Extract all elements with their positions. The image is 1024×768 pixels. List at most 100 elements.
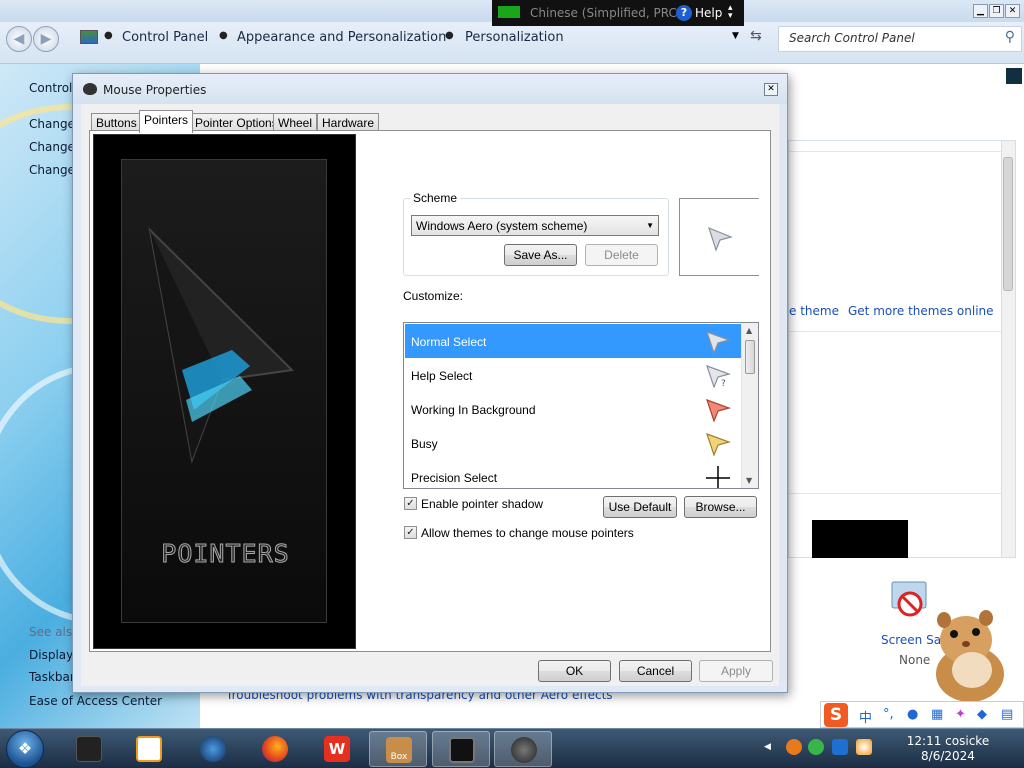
breadcrumb-control-panel[interactable]: Control Panel [122,30,208,45]
see-also-display-link[interactable]: Display [29,648,73,662]
clock[interactable]: 12:11 cosicke 8/6/2024 [888,734,1008,764]
help-icon[interactable]: ? [676,5,692,21]
checkbox-label: Allow themes to change mouse pointers [421,526,634,540]
input-language[interactable]: Chinese (Simplified, PRC) [530,6,682,20]
left-pane-title[interactable]: Control [29,81,72,95]
system-tray: ◀ 12:11 cosicke 8/6/2024 [760,729,1024,768]
mouse-icon [83,83,97,95]
search-input[interactable]: Search Control Panel ⚲ [778,26,1022,52]
help-icon[interactable] [1006,68,1022,84]
chevron-down-icon[interactable]: ▼ [646,221,654,230]
taskbar-item[interactable] [494,731,552,767]
theme-link[interactable]: e theme [789,304,839,318]
scheme-dropdown[interactable]: Windows Aero (system scheme) ▼ [411,215,659,236]
navigation-bar: ◀ ▶ ● Control Panel ● Appearance and Per… [0,22,1024,64]
language-bar-options-icon[interactable]: ▴ ▾ [728,4,733,21]
cursor-row-label: Working In Background [411,403,536,417]
tray-app-icon[interactable] [786,739,802,755]
chinese-mode-icon[interactable]: 中 [859,707,872,726]
scrollbar-thumb[interactable] [745,340,755,374]
cursor-list-scrollbar[interactable]: ▲ ▼ [741,323,758,488]
firefox-icon [262,736,288,762]
delete-button[interactable]: Delete [585,244,658,266]
window-caption-buttons: ▁ ❐ ✕ [972,2,1020,18]
mouse-properties-dialog: Mouse Properties ✕ Buttons Pointers Poin… [72,73,788,693]
taskbar-item[interactable]: W [308,731,366,767]
keyboard-icon[interactable] [498,6,520,18]
list-item[interactable]: Busy [405,426,741,460]
show-hidden-icons-icon[interactable]: ◀ [764,742,771,752]
display-settings-icon [449,737,475,763]
left-pane-link[interactable]: Change [29,140,75,154]
left-pane-link[interactable]: Change [29,163,75,177]
save-as-button[interactable]: Save As... [504,244,577,266]
hamster-mascot-icon [936,610,1004,702]
scrollbar-thumb[interactable] [1003,157,1013,291]
taskbar-item[interactable] [246,731,304,767]
breadcrumb-personalization[interactable]: Personalization [465,30,564,45]
volume-icon[interactable] [856,739,872,755]
checkbox-checked-icon[interactable]: ✓ [404,526,417,539]
dialog-titlebar[interactable]: Mouse Properties ✕ [73,74,787,104]
taskbar-item[interactable]: Box [369,731,427,767]
working-cursor-icon [706,399,731,422]
close-icon[interactable]: ✕ [1005,4,1020,18]
refresh-icon[interactable]: ⇆ [750,28,762,44]
microphone-icon[interactable]: ● [907,707,918,722]
svg-text:?: ? [721,379,726,388]
left-pane-link[interactable]: Change [29,117,75,131]
taskbar-item[interactable] [432,731,490,767]
cursor-row-label: Precision Select [411,471,498,485]
cursor-list[interactable]: Normal Select Help Select ? Working In B… [403,322,759,489]
apply-button[interactable]: Apply [699,660,773,682]
tab-pointers[interactable]: Pointers [139,110,194,133]
theme-panel-scrollbar[interactable] [1001,141,1015,557]
network-icon[interactable] [832,739,848,755]
see-also-taskbar-link[interactable]: Taskbar [29,670,75,684]
list-item[interactable]: Normal Select [405,324,741,358]
ime-toolbar: S 中 °, ● ▦ ✦ ◆ ▤ [820,701,1024,728]
arrow-cursor-icon [706,331,731,354]
theme-thumbnail[interactable] [812,520,908,558]
ok-button[interactable]: OK [538,660,611,682]
list-item[interactable]: Working In Background [405,392,741,426]
forward-button[interactable]: ▶ [33,26,59,52]
maximize-icon[interactable]: ❐ [989,4,1004,18]
get-more-themes-link[interactable]: Get more themes online [848,304,994,318]
close-icon[interactable]: ✕ [764,83,778,96]
list-item[interactable]: Precision Select [405,460,741,488]
cancel-button[interactable]: Cancel [619,660,692,682]
game-icon[interactable]: ◆ [977,707,987,722]
minimize-icon[interactable]: ▁ [973,4,988,18]
breadcrumb-appearance[interactable]: Appearance and Personalization [237,30,446,45]
keyboard-icon[interactable]: ▦ [931,707,943,722]
skin-icon[interactable]: ✦ [955,707,966,722]
media-player-icon [136,736,162,762]
clock-date: 8/6/2024 [921,749,975,763]
wps-office-icon: W [324,736,350,762]
list-item[interactable]: Help Select ? [405,358,741,392]
punctuation-icon[interactable]: °, [883,707,894,722]
taskbar-item[interactable] [184,731,242,767]
start-button[interactable]: ❖ [6,730,44,768]
toolbox-icon[interactable]: ▤ [1001,707,1013,722]
scroll-up-icon[interactable]: ▲ [746,326,752,335]
checkbox-checked-icon[interactable]: ✓ [404,497,417,510]
pointers-tab-page: POINTERS Scheme Windows Aero (system sch… [89,130,771,652]
taskbar-item[interactable] [120,731,178,767]
back-button[interactable]: ◀ [6,26,32,52]
breadcrumb-separator: ● [104,30,113,41]
help-label[interactable]: Help [695,6,722,20]
address-dropdown-icon[interactable]: ▼ [732,31,739,41]
search-icon[interactable]: ⚲ [1005,29,1015,45]
scroll-down-icon[interactable]: ▼ [746,476,752,485]
see-also-ease-of-access-link[interactable]: Ease of Access Center [29,694,162,708]
sogou-ime-icon[interactable]: S [824,703,848,727]
divider [789,331,1001,332]
scheme-label: Scheme [410,191,461,205]
tray-app-icon[interactable] [808,739,824,755]
browse-button[interactable]: Browse... [684,496,757,518]
control-panel-icon [80,30,98,44]
taskbar-item[interactable] [60,731,118,767]
use-default-button[interactable]: Use Default [603,496,677,518]
